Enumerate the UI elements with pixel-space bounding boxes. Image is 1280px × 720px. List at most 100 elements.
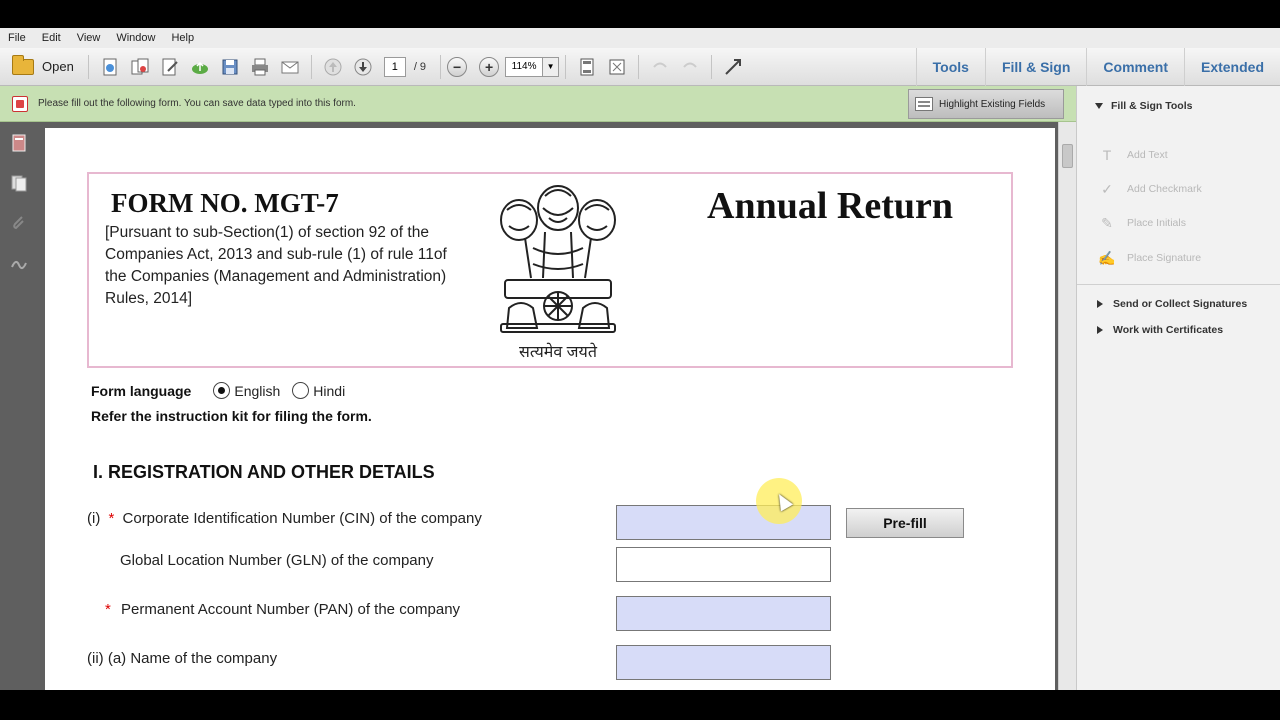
expand-icon bbox=[725, 58, 742, 75]
menu-file[interactable]: File bbox=[8, 32, 26, 44]
document-info-icon[interactable] bbox=[10, 134, 28, 152]
triangle-down-icon bbox=[1095, 103, 1103, 110]
menu-edit[interactable]: Edit bbox=[42, 32, 61, 44]
triangle-right-icon bbox=[1097, 300, 1103, 309]
radio-hindi[interactable] bbox=[292, 382, 310, 399]
section-heading: I. REGISTRATION AND OTHER DETAILS bbox=[93, 462, 435, 482]
menu-view[interactable]: View bbox=[77, 32, 101, 44]
fill-sign-tools-header[interactable]: Fill & Sign Tools bbox=[1095, 100, 1192, 112]
add-checkmark-tool[interactable]: ✓ Add Checkmark bbox=[1099, 180, 1202, 197]
add-text-tool[interactable]: T Add Text bbox=[1099, 147, 1168, 163]
form-number: FORM NO. MGT-7 bbox=[111, 188, 339, 218]
place-signature-tool[interactable]: ✍ Place Signature bbox=[1098, 249, 1201, 266]
form-language-row: Form language English Hindi bbox=[91, 382, 345, 399]
highlight-label: Highlight Existing Fields bbox=[939, 98, 1046, 110]
tab-extended[interactable]: Extended bbox=[1183, 48, 1280, 86]
fit-page-button[interactable] bbox=[574, 54, 600, 80]
create-pdf-icon bbox=[103, 58, 117, 75]
letterbox-bottom bbox=[0, 690, 1280, 720]
edit-button[interactable] bbox=[157, 54, 183, 80]
scrollbar-thumb[interactable] bbox=[1062, 144, 1073, 168]
form-language-label: Form language bbox=[91, 382, 192, 399]
save-button[interactable] bbox=[217, 54, 243, 80]
checkmark-icon: ✓ bbox=[1101, 180, 1113, 197]
company-name-label: (ii) (a) Name of the company bbox=[87, 650, 278, 667]
form-subtitle: [Pursuant to sub-Section(1) of section 9… bbox=[105, 224, 447, 307]
page-total: / 9 bbox=[413, 60, 427, 73]
pan-input[interactable] bbox=[616, 596, 831, 631]
work-with-certificates-section[interactable]: Work with Certificates bbox=[1097, 324, 1223, 336]
cloud-button[interactable] bbox=[187, 54, 213, 80]
arrow-up-icon bbox=[324, 58, 342, 75]
zoom-out-button[interactable]: − bbox=[447, 56, 468, 77]
tab-comment[interactable]: Comment bbox=[1086, 48, 1184, 86]
zoom-dropdown-button[interactable]: ▼ bbox=[543, 56, 560, 77]
send-collect-signatures-section[interactable]: Send or Collect Signatures bbox=[1097, 298, 1247, 310]
open-button[interactable]: Open bbox=[6, 54, 80, 80]
cloud-upload-icon bbox=[191, 61, 208, 74]
company-name-input[interactable] bbox=[616, 645, 831, 680]
create-pdf-button[interactable] bbox=[97, 54, 123, 80]
highlight-existing-fields-button[interactable]: Highlight Existing Fields bbox=[908, 89, 1064, 119]
required-asterisk: * bbox=[105, 601, 111, 618]
open-label: Open bbox=[42, 59, 74, 74]
send-collect-label: Send or Collect Signatures bbox=[1113, 298, 1248, 310]
toolbar-divider bbox=[87, 54, 89, 79]
email-button[interactable] bbox=[277, 54, 303, 80]
required-asterisk: * bbox=[108, 510, 115, 527]
tab-fill-sign[interactable]: Fill & Sign bbox=[984, 48, 1086, 86]
highlight-fields-icon bbox=[915, 97, 933, 111]
print-button[interactable] bbox=[247, 54, 273, 80]
print-icon bbox=[251, 58, 268, 75]
menu-window[interactable]: Window bbox=[116, 32, 155, 44]
main-toolbar: Open 1 / 9 − + 114% ▼ Tools Fill & Sign … bbox=[0, 48, 1280, 86]
radio-hindi-label[interactable]: Hindi bbox=[313, 383, 345, 399]
cin-label-row: (i) * Corporate Identification Number (C… bbox=[87, 510, 482, 527]
text-tool-icon: T bbox=[1102, 147, 1112, 163]
tab-tools[interactable]: Tools bbox=[915, 48, 985, 86]
emblem-motto: सत्यमेव जयते bbox=[519, 344, 597, 361]
minus-icon: − bbox=[452, 58, 462, 75]
zoom-level-input[interactable]: 114% bbox=[505, 56, 544, 77]
full-screen-button[interactable] bbox=[604, 54, 630, 80]
toolbar-divider bbox=[711, 54, 713, 79]
page-thumbnails-icon[interactable] bbox=[10, 174, 28, 192]
chevron-down-icon: ▼ bbox=[546, 62, 555, 71]
document-canvas: FORM NO. MGT-7 [Pursuant to sub-Section(… bbox=[38, 122, 1058, 690]
zoom-in-button[interactable]: + bbox=[479, 56, 500, 77]
radio-english[interactable] bbox=[213, 382, 231, 399]
page-number-input[interactable]: 1 bbox=[383, 56, 406, 77]
edit-document-icon bbox=[162, 58, 178, 75]
place-initials-tool[interactable]: ✎ Place Initials bbox=[1099, 215, 1186, 231]
vertical-scrollbar[interactable] bbox=[1058, 122, 1076, 690]
redo-button[interactable] bbox=[677, 54, 703, 80]
instruction-note: Refer the instruction kit for filing the… bbox=[91, 408, 372, 424]
pdf-page: FORM NO. MGT-7 [Pursuant to sub-Section(… bbox=[45, 128, 1055, 690]
expand-button[interactable] bbox=[720, 54, 746, 80]
menu-help[interactable]: Help bbox=[171, 32, 194, 44]
combine-files-icon bbox=[131, 58, 149, 74]
cin-prefix: (i) bbox=[87, 510, 101, 527]
email-icon bbox=[281, 61, 299, 73]
radio-english-label[interactable]: English bbox=[234, 383, 280, 399]
document-message-bar: Please fill out the following form. You … bbox=[0, 86, 1076, 122]
fill-sign-tools-label: Fill & Sign Tools bbox=[1111, 100, 1193, 112]
gln-input[interactable] bbox=[616, 547, 831, 582]
signatures-icon[interactable] bbox=[10, 254, 28, 272]
signature-icon: ✍ bbox=[1098, 249, 1116, 266]
attachments-icon[interactable] bbox=[10, 214, 28, 232]
national-emblem: सत्यमेव जयते bbox=[485, 178, 631, 364]
combine-button[interactable] bbox=[127, 54, 153, 80]
plus-icon: + bbox=[484, 58, 494, 75]
full-screen-icon bbox=[609, 59, 625, 74]
previous-page-button[interactable] bbox=[320, 54, 346, 80]
prefill-button[interactable]: Pre-fill bbox=[846, 508, 964, 538]
letterbox-top bbox=[0, 0, 1280, 28]
pdf-form-icon bbox=[12, 95, 28, 112]
document-message: Please fill out the following form. You … bbox=[38, 98, 356, 109]
next-page-button[interactable] bbox=[350, 54, 376, 80]
lion-capital-icon bbox=[500, 185, 616, 333]
cin-label: Corporate Identification Number (CIN) of… bbox=[122, 510, 482, 527]
undo-button[interactable] bbox=[647, 54, 673, 80]
